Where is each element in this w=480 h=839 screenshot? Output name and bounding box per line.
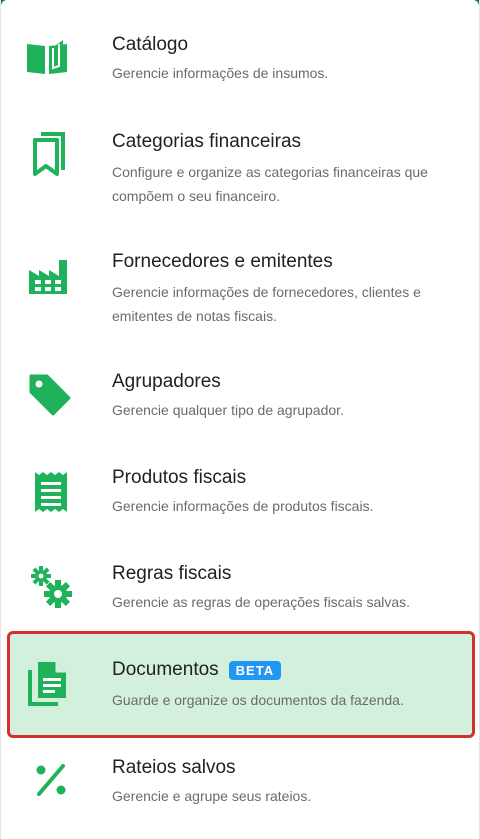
menu-item-description: Gerencie informações de insumos.: [112, 65, 329, 81]
menu-item-title: Documentos BETA: [112, 658, 460, 682]
menu-item-catalogo[interactable]: Catálogo Gerencie informações de insumos…: [9, 28, 473, 104]
menu-item-title-text: Documentos: [112, 659, 219, 680]
menu-item-documentos[interactable]: Documentos BETA Guarde e organize os doc…: [7, 631, 475, 738]
gears-icon: [29, 564, 73, 608]
menu-item-description: Gerencie e agrupe seus rateios.: [112, 788, 312, 804]
beta-badge: BETA: [228, 660, 282, 680]
menu-item-title: Agrupadores: [112, 371, 221, 392]
bookmarks-icon: [27, 132, 71, 176]
menu-item-description: Gerencie informações de fornecedores, cl…: [112, 284, 421, 324]
menu-item-title: Catálogo: [112, 34, 189, 55]
receipt-icon: [29, 470, 73, 514]
menu-item-title: Produtos fiscais: [112, 467, 247, 488]
menu-item-categorias-financeiras[interactable]: Categorias financeiras Configure e organ…: [9, 122, 473, 222]
menu-item-regras-fiscais[interactable]: Regras fiscais Gerencie as regras de ope…: [9, 554, 473, 630]
menu-item-title: Categorias financeiras: [112, 131, 302, 152]
book-open-icon: [25, 36, 69, 80]
panel-corner: [1, 0, 7, 6]
menu-item-rateios-salvos[interactable]: Rateios salvos Gerencie e agrupe seus ra…: [9, 748, 473, 824]
menu-item-description: Configure e organize as categorias finan…: [112, 164, 428, 204]
documents-icon: [26, 662, 70, 706]
menu-item-title: Fornecedores e emitentes: [112, 251, 333, 272]
factory-icon: [27, 254, 71, 298]
menu-item-fornecedores-emitentes[interactable]: Fornecedores e emitentes Gerencie inform…: [9, 242, 473, 342]
panel-corner: [473, 0, 479, 6]
percent-icon: [29, 758, 73, 802]
menu-item-title: Regras fiscais: [112, 563, 232, 584]
menu-item-description: Gerencie qualquer tipo de agrupador.: [112, 402, 344, 418]
menu-item-description: Gerencie informações de produtos fiscais…: [112, 498, 374, 514]
tag-icon: [27, 372, 71, 416]
menu-item-description: Guarde e organize os documentos da fazen…: [112, 692, 404, 708]
settings-menu-panel: Catálogo Gerencie informações de insumos…: [0, 0, 480, 839]
menu-item-title: Rateios salvos: [112, 757, 236, 778]
menu-item-produtos-fiscais[interactable]: Produtos fiscais Gerencie informações de…: [9, 458, 473, 534]
menu-item-agrupadores[interactable]: Agrupadores Gerencie qualquer tipo de ag…: [9, 362, 473, 438]
menu-item-description: Gerencie as regras de operações fiscais …: [112, 594, 411, 610]
